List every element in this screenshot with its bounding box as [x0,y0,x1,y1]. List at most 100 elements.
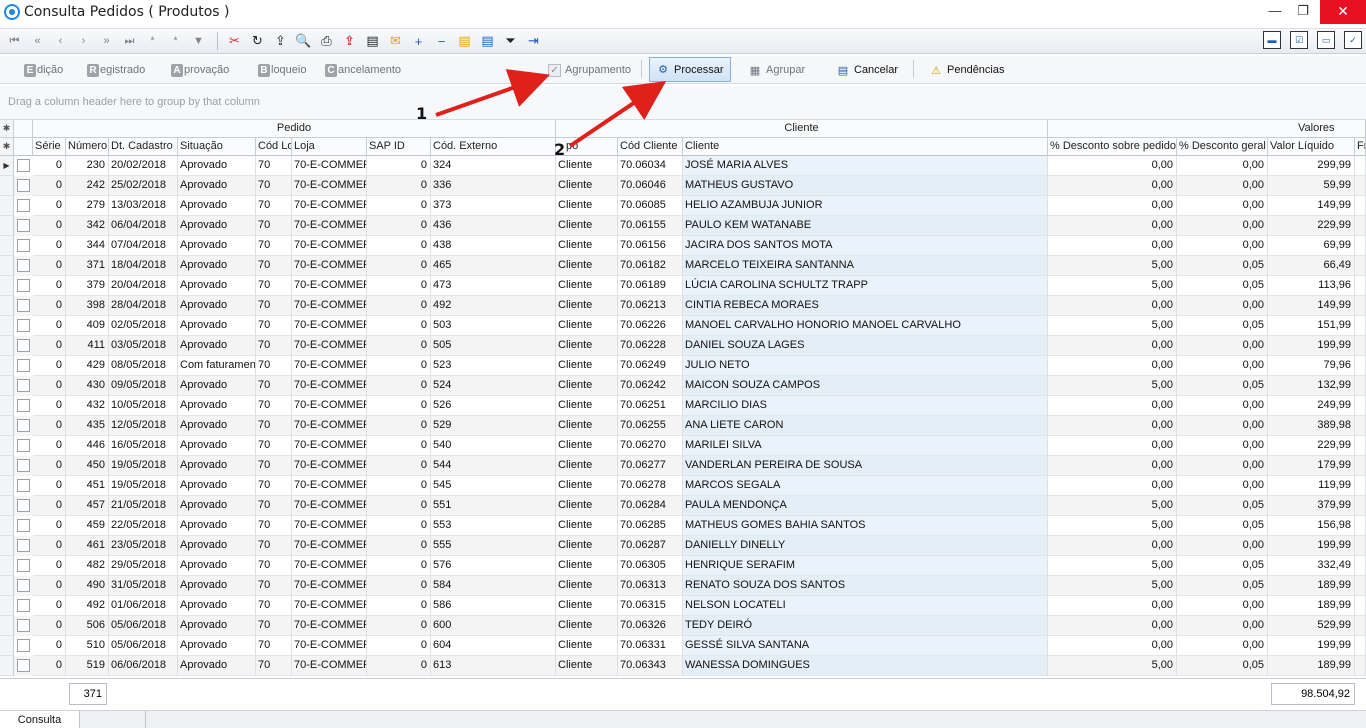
cell-tipo[interactable]: Cliente [556,336,618,356]
current-row-indicator-icon[interactable]: ▶ [0,156,14,176]
row-indicator[interactable] [0,256,14,276]
table-row[interactable]: 0 446 16/05/2018 Aprovado 70 70-E-COMMER 0 540 C… [0,436,1366,456]
cell-dt-cadastro[interactable]: 19/05/2018 [109,456,178,476]
cell-cod-loja[interactable]: 70 [256,516,292,536]
cell-desconto-geral[interactable]: 0,05 [1177,656,1268,676]
row-indicator[interactable] [0,356,14,376]
row-checkbox[interactable] [17,479,30,492]
cell-tipo[interactable]: Cliente [556,356,618,376]
cell-numero[interactable]: 344 [66,236,109,256]
restore-button[interactable]: ❐ [1288,0,1318,24]
cancelamento-button[interactable]: Cancelamento [325,62,401,78]
cell-sap-id[interactable]: 0 [367,516,431,536]
table-row[interactable]: 0 510 05/06/2018 Aprovado 70 70-E-COMMER 0 604 C… [0,636,1366,656]
cell-situacao[interactable]: Aprovado [178,216,256,236]
row-indicator[interactable] [0,436,14,456]
cell-cod-loja[interactable]: 70 [256,236,292,256]
header-numero[interactable]: Número [66,138,109,156]
header-cod-loja[interactable]: Cód Lo [256,138,292,156]
zoom-out-icon[interactable]: − [431,31,452,51]
cell-valor-liquido[interactable]: 79,96 [1268,356,1355,376]
cell-dt-cadastro[interactable]: 03/05/2018 [109,336,178,356]
cell-serie[interactable]: 0 [33,216,66,236]
cell-fr[interactable] [1355,536,1366,556]
cell-fr[interactable] [1355,276,1366,296]
row-indicator[interactable] [0,576,14,596]
cell-cod-loja[interactable]: 70 [256,476,292,496]
cell-loja[interactable]: 70-E-COMMER [292,656,367,676]
cell-cod-loja[interactable]: 70 [256,376,292,396]
cell-tipo[interactable]: Cliente [556,276,618,296]
header-desconto-pedido[interactable]: % Desconto sobre pedido [1048,138,1177,156]
cell-tipo[interactable]: Cliente [556,596,618,616]
cell-dt-cadastro[interactable]: 10/05/2018 [109,396,178,416]
row-indicator[interactable] [0,616,14,636]
header-cliente[interactable]: Cliente [683,138,1048,156]
cell-serie[interactable]: 0 [33,396,66,416]
cell-desconto-pedido[interactable]: 0,00 [1048,176,1177,196]
row-checkbox[interactable] [17,299,30,312]
row-checkbox[interactable] [17,579,30,592]
nav-next-page-icon[interactable]: » [96,31,117,51]
pendencias-button[interactable]: ⚠ Pendências [929,62,1004,78]
cell-cliente[interactable]: MARCOS SEGALA [683,476,1048,496]
cell-cod-cliente[interactable]: 70.06155 [618,216,683,236]
cell-valor-liquido[interactable]: 379,99 [1268,496,1355,516]
cell-valor-liquido[interactable]: 199,99 [1268,636,1355,656]
cell-cod-externo[interactable]: 505 [431,336,556,356]
cell-sap-id[interactable]: 0 [367,236,431,256]
cell-dt-cadastro[interactable]: 07/04/2018 [109,236,178,256]
cell-dt-cadastro[interactable]: 18/04/2018 [109,256,178,276]
cell-desconto-geral[interactable]: 0,05 [1177,516,1268,536]
cell-sap-id[interactable]: 0 [367,216,431,236]
cell-cliente[interactable]: MARILEI SILVA [683,436,1048,456]
cell-valor-liquido[interactable]: 149,99 [1268,196,1355,216]
cell-desconto-geral[interactable]: 0,00 [1177,296,1268,316]
table-row[interactable]: 0 279 13/03/2018 Aprovado 70 70-E-COMMER 0 373 C… [0,196,1366,216]
cell-cod-loja[interactable]: 70 [256,576,292,596]
row-indicator[interactable] [0,416,14,436]
cell-situacao[interactable]: Aprovado [178,456,256,476]
cell-cod-cliente[interactable]: 70.06326 [618,616,683,636]
table-row[interactable]: 0 492 01/06/2018 Aprovado 70 70-E-COMMER 0 586 C… [0,596,1366,616]
cell-loja[interactable]: 70-E-COMMER [292,156,367,176]
table-row[interactable]: 0 457 21/05/2018 Aprovado 70 70-E-COMMER 0 551 C… [0,496,1366,516]
cell-serie[interactable]: 0 [33,276,66,296]
header-fr[interactable]: Fr [1355,138,1366,156]
agrupar-button[interactable]: ▦ Agrupar [748,62,805,78]
row-indicator[interactable] [0,396,14,416]
nav-last-icon[interactable]: ⏭ [119,31,140,51]
cell-cod-loja[interactable]: 70 [256,316,292,336]
cell-sap-id[interactable]: 0 [367,156,431,176]
cell-sap-id[interactable]: 0 [367,256,431,276]
cell-cod-externo[interactable]: 492 [431,296,556,316]
cell-dt-cadastro[interactable]: 25/02/2018 [109,176,178,196]
cell-cliente[interactable]: WANESSA DOMINGUES [683,656,1048,676]
cell-tipo[interactable]: Cliente [556,476,618,496]
cell-tipo[interactable]: Cliente [556,256,618,276]
cell-fr[interactable] [1355,356,1366,376]
cell-desconto-pedido[interactable]: 5,00 [1048,516,1177,536]
row-checkbox[interactable] [17,199,30,212]
cell-cod-loja[interactable]: 70 [256,156,292,176]
cell-desconto-geral[interactable]: 0,05 [1177,496,1268,516]
cell-sap-id[interactable]: 0 [367,356,431,376]
cell-dt-cadastro[interactable]: 20/02/2018 [109,156,178,176]
cell-loja[interactable]: 70-E-COMMER [292,256,367,276]
cell-situacao[interactable]: Aprovado [178,236,256,256]
row-indicator[interactable] [0,216,14,236]
cell-loja[interactable]: 70-E-COMMER [292,176,367,196]
cell-cod-externo[interactable]: 555 [431,536,556,556]
cell-serie[interactable]: 0 [33,616,66,636]
cell-tipo[interactable]: Cliente [556,156,618,176]
columns-icon[interactable]: ▤ [477,31,498,51]
cell-numero[interactable]: 371 [66,256,109,276]
cell-serie[interactable]: 0 [33,416,66,436]
cell-dt-cadastro[interactable]: 22/05/2018 [109,516,178,536]
cell-cod-externo[interactable]: 526 [431,396,556,416]
cell-cod-cliente[interactable]: 70.06046 [618,176,683,196]
cell-numero[interactable]: 435 [66,416,109,436]
cell-cod-externo[interactable]: 523 [431,356,556,376]
cell-desconto-pedido[interactable]: 0,00 [1048,156,1177,176]
cancelar-button[interactable]: ▤ Cancelar [836,62,898,78]
